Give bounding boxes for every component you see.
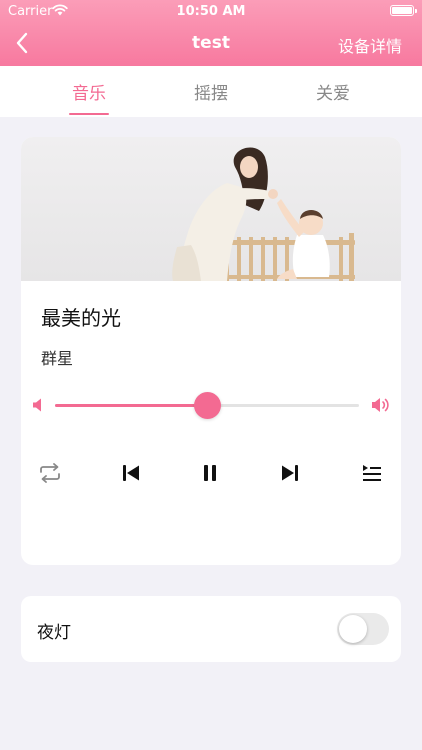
previous-button[interactable]: [116, 460, 146, 486]
clock: 10:50 AM: [176, 4, 246, 19]
volume-low-icon[interactable]: [31, 397, 45, 413]
pause-icon: [204, 465, 216, 481]
album-cover-image: [21, 137, 401, 281]
battery-icon: [390, 5, 417, 16]
music-player-card: 最美的光 群星: [21, 137, 401, 565]
night-light-card: 夜灯: [21, 596, 401, 662]
tab-bar: 音乐 摇摆 关爱: [0, 66, 422, 117]
playlist-icon: [363, 465, 381, 481]
status-bar: Carrier 10:50 AM: [0, 0, 422, 22]
tab-swing[interactable]: 摇摆: [171, 79, 251, 104]
song-title: 最美的光: [41, 306, 121, 330]
tab-active-indicator: [69, 113, 109, 115]
pause-button[interactable]: [195, 460, 225, 486]
playlist-button[interactable]: [357, 460, 387, 486]
header: Carrier 10:50 AM test 设备详情: [0, 0, 422, 66]
volume-high-icon[interactable]: [371, 396, 391, 414]
cover-illustration: [172, 147, 355, 281]
volume-slider-thumb[interactable]: [194, 392, 221, 419]
device-details-button[interactable]: 设备详情: [338, 33, 402, 57]
previous-icon: [123, 465, 139, 481]
repeat-icon: [40, 463, 60, 483]
night-light-toggle-knob: [339, 615, 367, 643]
tab-care[interactable]: 关爱: [293, 79, 373, 104]
volume-slider[interactable]: [55, 392, 359, 419]
night-light-toggle[interactable]: [337, 613, 389, 645]
night-light-label: 夜灯: [37, 623, 71, 643]
next-button[interactable]: [275, 460, 305, 486]
next-icon: [282, 465, 298, 481]
volume-slider-fill: [55, 404, 207, 407]
song-artist: 群星: [41, 349, 74, 368]
tab-music[interactable]: 音乐: [49, 79, 129, 104]
repeat-button[interactable]: [35, 460, 65, 486]
